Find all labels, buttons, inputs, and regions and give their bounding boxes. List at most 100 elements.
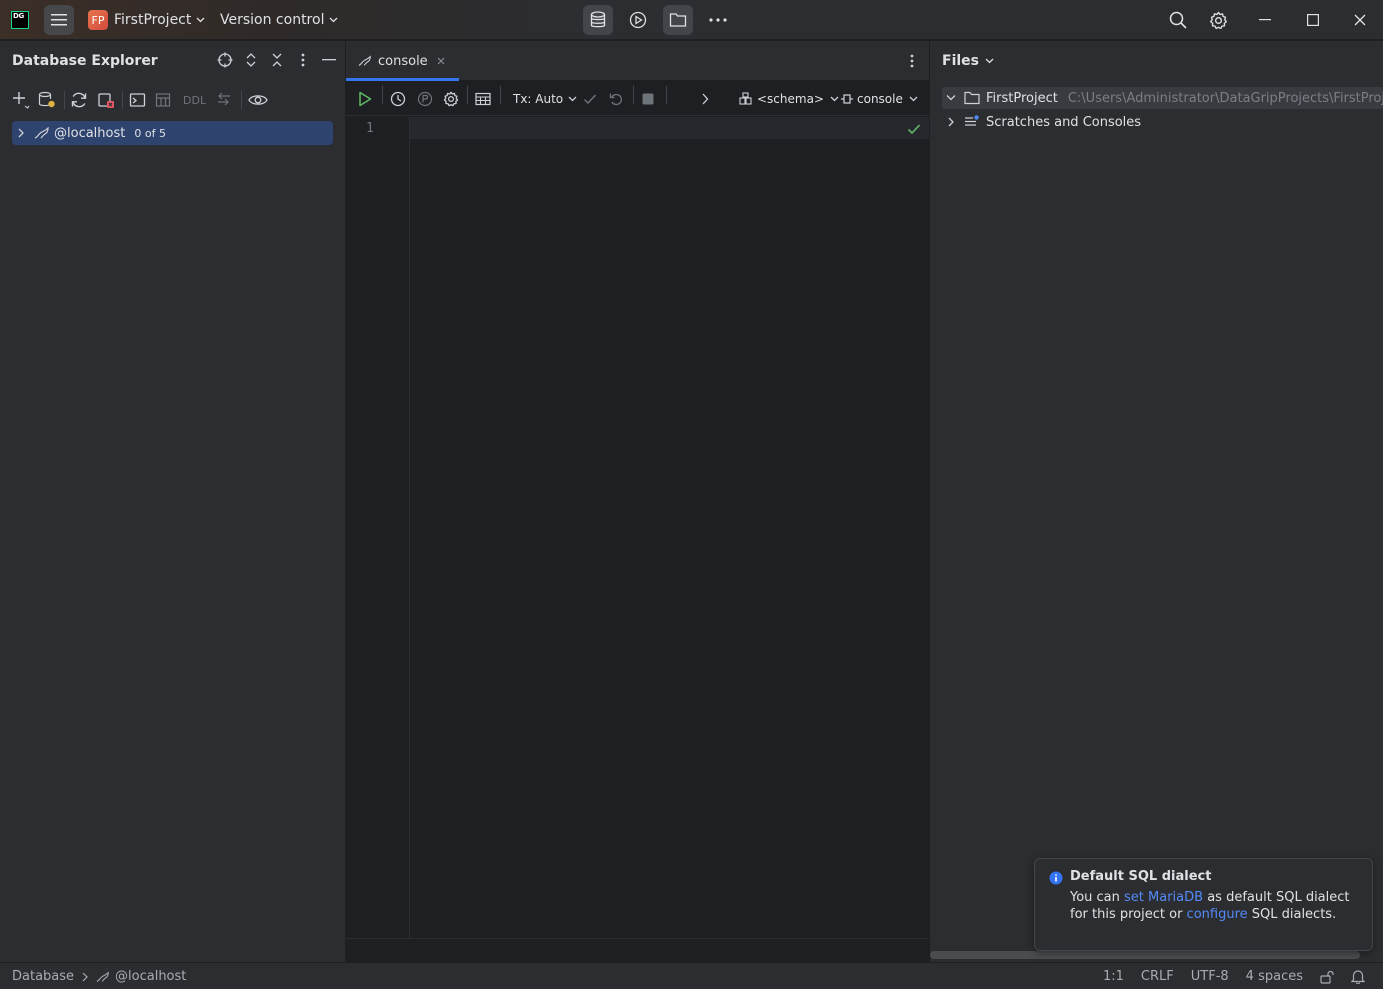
schema-selector[interactable]: <schema> — [739, 90, 839, 108]
settings-button[interactable] — [1209, 0, 1228, 40]
collapse-all-button[interactable] — [269, 51, 285, 69]
history-button[interactable] — [390, 90, 406, 108]
database-tool-button[interactable] — [583, 5, 613, 35]
tree-item-localhost[interactable]: @localhost 0 of 5 — [12, 121, 333, 145]
jump-to-source-button[interactable] — [216, 91, 234, 109]
stop-icon — [642, 93, 654, 105]
notification-body: You can set MariaDB as default SQL diale… — [1070, 889, 1360, 923]
transaction-mode-dropdown[interactable]: Tx: Auto — [513, 90, 577, 108]
line-separator[interactable]: CRLF — [1141, 969, 1174, 984]
panel-title: Database Explorer — [12, 53, 158, 69]
hide-panel-button[interactable] — [321, 51, 337, 69]
version-control-menu[interactable]: Version control — [220, 0, 338, 40]
more-actions-button[interactable] — [701, 90, 709, 108]
notification-title: Default SQL dialect — [1070, 869, 1212, 884]
line-gutter: 1 — [346, 117, 410, 939]
datasource-properties-button[interactable] — [38, 91, 56, 109]
rollback-button[interactable] — [609, 90, 623, 108]
vcs-label: Version control — [220, 12, 325, 28]
expand-all-icon — [246, 53, 256, 67]
edit-data-button[interactable] — [155, 91, 171, 109]
tree-item-firstproject[interactable]: FirstProject C:\Users\Administrator\Data… — [946, 87, 1383, 109]
mariadb-icon — [358, 55, 371, 66]
minimize-icon — [1259, 19, 1271, 21]
folder-path: C:\Users\Administrator\DataGripProjects\… — [1067, 90, 1383, 106]
maximize-icon — [1307, 14, 1319, 26]
project-name: FirstProject — [114, 12, 192, 28]
kebab-icon — [301, 53, 305, 67]
chevron-right-icon[interactable] — [946, 117, 956, 127]
hamburger-icon — [51, 14, 67, 26]
toolbar-separator — [500, 86, 501, 104]
add-datasource-button[interactable] — [12, 91, 30, 109]
window-maximize-button[interactable] — [1307, 0, 1319, 40]
services-tool-button[interactable] — [623, 5, 653, 35]
horizontal-scrollbar[interactable] — [930, 951, 1360, 959]
toolbar-separator — [382, 86, 383, 104]
options-button[interactable] — [295, 51, 311, 69]
inspection-ok-icon[interactable] — [907, 123, 921, 135]
breadcrumb-item[interactable]: @localhost — [115, 969, 186, 984]
settings-button[interactable] — [443, 90, 459, 108]
toolbar-separator — [241, 91, 242, 109]
expand-all-button[interactable] — [243, 51, 259, 69]
chevron-down-icon — [909, 96, 918, 102]
session-label: console — [857, 92, 903, 106]
editor-tab-bar: console — [346, 41, 929, 81]
more-tools-button[interactable] — [703, 5, 733, 35]
project-selector[interactable]: FP FirstProject — [88, 0, 205, 40]
disconnect-button[interactable] — [97, 91, 115, 109]
view-options-button[interactable] — [248, 91, 268, 109]
notification-text: You can — [1070, 890, 1125, 905]
read-only-toggle[interactable] — [1320, 970, 1334, 984]
cancel-query-button[interactable] — [642, 90, 654, 108]
files-tool-button[interactable] — [663, 5, 693, 35]
collapse-all-icon — [272, 53, 282, 67]
files-view-selector[interactable]: Files — [942, 53, 994, 69]
output-table-button[interactable] — [475, 90, 491, 108]
refresh-button[interactable] — [70, 91, 88, 109]
search-button[interactable] — [1169, 0, 1187, 40]
window-minimize-button[interactable] — [1259, 0, 1271, 40]
session-selector[interactable]: console — [840, 90, 918, 108]
status-widgets: 1:1 CRLF UTF-8 4 spaces — [1103, 963, 1383, 989]
explain-plan-button[interactable] — [417, 90, 433, 108]
chevron-right-icon — [702, 93, 709, 105]
locate-button[interactable] — [217, 51, 233, 69]
notifications-button[interactable] — [1351, 969, 1365, 984]
check-icon — [907, 124, 921, 135]
settings-icon — [1209, 11, 1228, 29]
open-console-button[interactable] — [129, 91, 147, 109]
commit-button[interactable] — [583, 90, 597, 108]
unlock-icon — [1320, 970, 1334, 984]
tab-console[interactable]: console — [346, 41, 459, 81]
editor-toolbar: Tx: Auto <schema> console — [346, 82, 929, 116]
notification-text: SQL dialects. — [1247, 907, 1337, 922]
tree-item-scratches[interactable]: Scratches and Consoles — [946, 111, 1141, 133]
breadcrumb-item[interactable]: Database — [12, 969, 74, 984]
ddl-button[interactable]: DDL — [183, 91, 206, 109]
execute-button[interactable] — [358, 90, 372, 108]
indent-setting[interactable]: 4 spaces — [1246, 969, 1303, 984]
tab-options-button[interactable] — [910, 54, 914, 68]
scratches-icon — [965, 115, 979, 126]
notification-balloon[interactable]: Default SQL dialect You can set MariaDB … — [1034, 858, 1373, 951]
set-mariadb-link[interactable]: set MariaDB — [1124, 890, 1203, 905]
code-editor[interactable] — [410, 139, 929, 938]
line-number: 1 — [366, 121, 374, 136]
close-icon[interactable] — [437, 57, 445, 65]
window-close-button[interactable] — [1354, 0, 1366, 40]
chevron-right-icon[interactable] — [17, 128, 25, 138]
configure-link[interactable]: configure — [1187, 907, 1248, 922]
datasource-name: @localhost — [54, 125, 126, 141]
chevron-down-icon[interactable] — [946, 94, 956, 102]
file-encoding[interactable]: UTF-8 — [1191, 969, 1229, 984]
main-menu-button[interactable] — [44, 5, 74, 35]
active-tab-indicator — [346, 78, 459, 81]
add-icon — [13, 92, 30, 109]
folder-icon — [964, 91, 980, 105]
eye-icon — [248, 95, 268, 105]
caret-position[interactable]: 1:1 — [1103, 969, 1124, 984]
folder-name: Scratches and Consoles — [986, 114, 1142, 130]
disconnect-icon — [98, 93, 114, 108]
